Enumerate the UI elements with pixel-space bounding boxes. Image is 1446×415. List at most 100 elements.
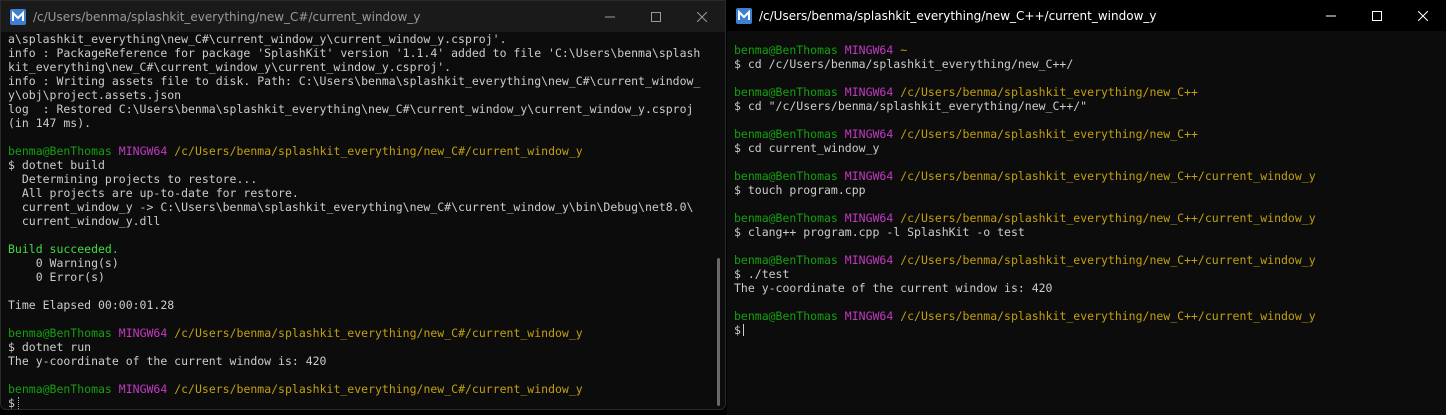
prompt-user: benma@BenThomas	[734, 127, 838, 141]
prompt-host: MINGW64	[844, 127, 894, 141]
prompt-host: MINGW64	[118, 144, 168, 158]
output-line: current_window_y.dll	[8, 214, 711, 228]
output-line: The y-coordinate of the current window i…	[8, 354, 711, 368]
terminal-output[interactable]: a\splashkit_everything\new_C#\current_wi…	[8, 32, 711, 410]
terminal-window-right[interactable]: /c/Users/benma/splashkit_everything/new_…	[727, 0, 1446, 415]
output-line: current_window_y -> C:\Users\benma\splas…	[8, 200, 711, 214]
text-cursor	[742, 324, 744, 336]
close-icon[interactable]	[1400, 0, 1446, 31]
prompt-user: benma@BenThomas	[734, 43, 838, 57]
output-text: info : PackageReference for package 'Spl…	[8, 46, 701, 60]
msys2-app-icon	[10, 8, 26, 25]
prompt-host: MINGW64	[844, 211, 894, 225]
output-line: $ cd /c/Users/benma/splashkit_everything…	[734, 57, 1432, 71]
output-line: kit_everything\new_C#\current_window_y\c…	[8, 60, 711, 74]
prompt-path: /c/Users/benma/splashkit_everything/new_…	[900, 127, 1198, 141]
input-line[interactable]: $	[8, 396, 711, 410]
output-line: The y-coordinate of the current window i…	[734, 281, 1432, 295]
title-bar[interactable]: /c/Users/benma/splashkit_everything/new_…	[727, 0, 1446, 31]
prompt-path: /c/Users/benma/splashkit_everything/new_…	[900, 309, 1316, 323]
prompt-line: benma@BenThomas MINGW64 /c/Users/benma/s…	[8, 144, 711, 158]
prompt-symbol: $	[8, 396, 15, 410]
output-text: $ touch program.cpp	[734, 183, 866, 197]
output-text: info : Writing assets file to disk. Path…	[8, 74, 701, 88]
output-line: a\splashkit_everything\new_C#\current_wi…	[8, 32, 711, 46]
output-line: y\obj\project.assets.json	[8, 88, 711, 102]
prompt-host: MINGW64	[844, 309, 894, 323]
output-text: Determining projects to restore...	[8, 172, 258, 186]
terminal-window-left[interactable]: /c/Users/benma/splashkit_everything/new_…	[0, 0, 726, 410]
prompt-line: benma@BenThomas MINGW64 /c/Users/benma/s…	[8, 326, 711, 340]
output-text: All projects are up-to-date for restore.	[8, 186, 299, 200]
prompt-path: /c/Users/benma/splashkit_everything/new_…	[900, 253, 1316, 267]
output-text: kit_everything\new_C#\current_window_y\c…	[8, 60, 452, 74]
close-icon[interactable]	[679, 1, 725, 32]
prompt-host: MINGW64	[844, 169, 894, 183]
maximize-icon[interactable]	[633, 1, 679, 32]
prompt-user: benma@BenThomas	[734, 309, 838, 323]
output-text: (in 147 ms).	[8, 116, 92, 130]
output-line: 0 Warning(s)	[8, 256, 711, 270]
input-line[interactable]: $	[734, 323, 1432, 337]
output-line: $ touch program.cpp	[734, 183, 1432, 197]
output-text: $ ./test	[734, 267, 790, 281]
prompt-host: MINGW64	[844, 85, 894, 99]
window-title: /c/Users/benma/splashkit_everything/new_…	[33, 9, 421, 24]
output-text: $ cd "/c/Users/benma/splashkit_everythin…	[734, 99, 1088, 113]
output-line: Determining projects to restore...	[8, 172, 711, 186]
prompt-path: /c/Users/benma/splashkit_everything/new_…	[174, 144, 583, 158]
output-text: log : Restored C:\Users\benma\splashkit_…	[8, 102, 694, 116]
output-line: $ dotnet run	[8, 340, 711, 354]
prompt-host: MINGW64	[118, 326, 168, 340]
output-text: $ clang++ program.cpp -l SplashKit -o te…	[734, 225, 1025, 239]
output-line: $ ./test	[734, 267, 1432, 281]
prompt-user: benma@BenThomas	[8, 326, 112, 340]
prompt-user: benma@BenThomas	[734, 169, 838, 183]
maximize-icon[interactable]	[1354, 0, 1400, 31]
output-text: Time Elapsed 00:00:01.28	[8, 298, 175, 312]
title-bar[interactable]: /c/Users/benma/splashkit_everything/new_…	[1, 1, 725, 32]
terminal-output[interactable]: benma@BenThomas MINGW64 ~ $ cd /c/Users/b…	[734, 43, 1432, 337]
minimize-icon[interactable]	[1308, 0, 1354, 31]
output-text: 0 Warning(s)	[8, 256, 119, 270]
scrollbar-thumb[interactable]	[717, 258, 720, 406]
prompt-user: benma@BenThomas	[734, 253, 838, 267]
prompt-line: benma@BenThomas MINGW64 /c/Users/benma/s…	[8, 382, 711, 396]
text-cursor	[17, 397, 20, 409]
output-line: 0 Error(s)	[8, 270, 711, 284]
output-text: $ cd /c/Users/benma/splashkit_everything…	[734, 57, 1074, 71]
output-line: (in 147 ms).	[8, 116, 711, 130]
output-line: info : PackageReference for package 'Spl…	[8, 46, 711, 60]
prompt-line: benma@BenThomas MINGW64 /c/Users/benma/s…	[734, 85, 1432, 99]
prompt-user: benma@BenThomas	[8, 382, 112, 396]
prompt-line: benma@BenThomas MINGW64 ~	[734, 43, 1432, 57]
prompt-line: benma@BenThomas MINGW64 /c/Users/benma/s…	[734, 211, 1432, 225]
prompt-path: /c/Users/benma/splashkit_everything/new_…	[900, 211, 1316, 225]
prompt-line: benma@BenThomas MINGW64 /c/Users/benma/s…	[734, 127, 1432, 141]
output-line: info : Writing assets file to disk. Path…	[8, 74, 711, 88]
prompt-user: benma@BenThomas	[734, 85, 838, 99]
output-text: The y-coordinate of the current window i…	[734, 281, 1053, 295]
prompt-user: benma@BenThomas	[8, 144, 112, 158]
output-text: 0 Error(s)	[8, 270, 105, 284]
prompt-path: /c/Users/benma/splashkit_everything/new_…	[174, 326, 583, 340]
prompt-path: ~	[900, 43, 908, 57]
output-line: $ clang++ program.cpp -l SplashKit -o te…	[734, 225, 1432, 239]
prompt-symbol: $	[734, 323, 741, 337]
minimize-icon[interactable]	[587, 1, 633, 32]
msys2-app-icon	[736, 7, 752, 24]
output-line: log : Restored C:\Users\benma\splashkit_…	[8, 102, 711, 116]
output-text: y\obj\project.assets.json	[8, 88, 182, 102]
prompt-path: /c/Users/benma/splashkit_everything/new_…	[174, 382, 583, 396]
build-status-line: Build succeeded.	[8, 242, 711, 256]
output-text: current_window_y -> C:\Users\benma\splas…	[8, 200, 694, 214]
